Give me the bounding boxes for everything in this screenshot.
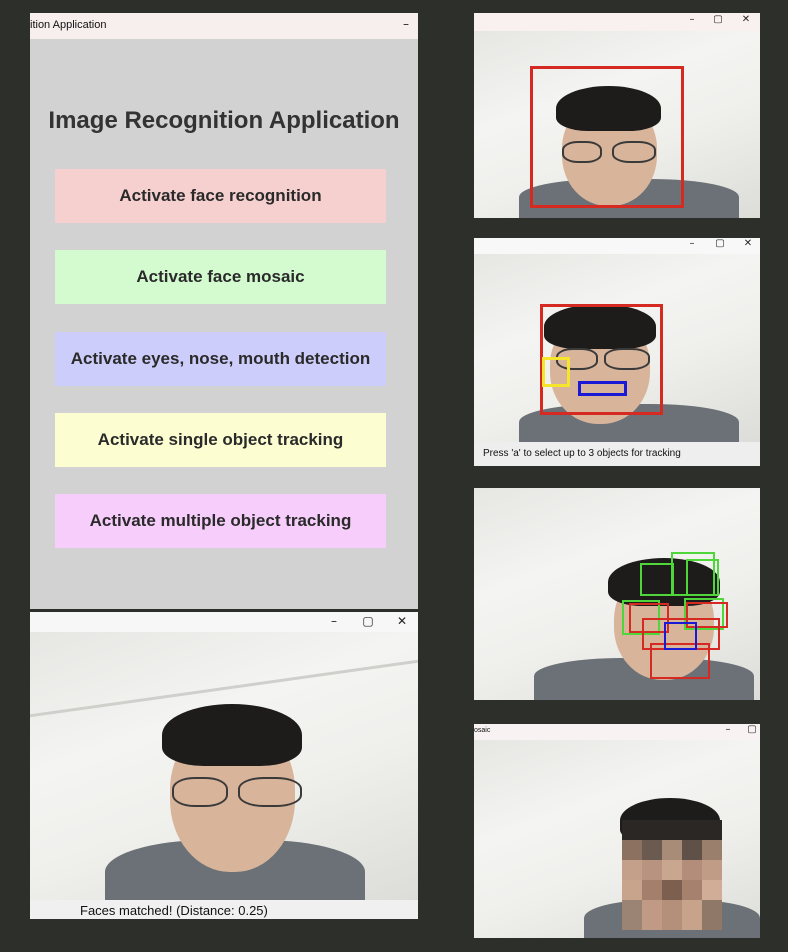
mosaic-block (702, 880, 722, 900)
track-box-green (640, 563, 674, 596)
mosaic-block (622, 900, 642, 930)
mosaic-block (702, 860, 722, 880)
app-window: ition Application – Image Recognition Ap… (30, 13, 418, 609)
tracking-window (474, 488, 760, 700)
mosaic-block (662, 840, 682, 860)
mouth-box (578, 381, 627, 396)
track-box-blue (664, 622, 697, 650)
app-titlebar[interactable]: ition Application – (30, 13, 418, 39)
mosaic-block (622, 840, 642, 860)
status-text: Faces matched! (Distance: 0.25) (80, 903, 268, 918)
mosaic-block (682, 860, 702, 880)
feature-window: – ▢ ✕ Press 'a' to select up to 3 object… (474, 238, 760, 466)
mosaic-block (702, 900, 722, 930)
mosaic-block (622, 880, 642, 900)
minimize-button[interactable]: – (720, 724, 736, 735)
face-recognition-button[interactable]: Activate face recognition (55, 169, 386, 223)
minimize-button[interactable]: – (326, 614, 342, 628)
minimize-button[interactable]: – (398, 17, 414, 31)
mosaic-pixelation (622, 820, 722, 930)
glasses-lens-right (238, 777, 302, 807)
close-button[interactable]: ✕ (740, 238, 756, 249)
mosaic-titlebar[interactable]: osaic – ▢ (474, 724, 760, 740)
mosaic-block (622, 820, 722, 840)
app-window-title: ition Application (30, 19, 107, 31)
multi-tracking-button[interactable]: Activate multiple object tracking (55, 494, 386, 548)
mosaic-block (702, 840, 722, 860)
maximize-button[interactable]: ▢ (710, 14, 726, 25)
mosaic-block (662, 880, 682, 900)
glasses-lens-left (172, 777, 228, 807)
feature-detection-button[interactable]: Activate eyes, nose, mouth detection (55, 332, 386, 386)
face-box (530, 66, 684, 208)
face-mosaic-button[interactable]: Activate face mosaic (55, 250, 386, 304)
mosaic-window-title: osaic (474, 727, 491, 734)
status-bar: Press 'a' to select up to 3 objects for … (474, 442, 760, 466)
status-bar: Faces matched! (Distance: 0.25) (30, 900, 418, 919)
mosaic-block (642, 880, 662, 900)
camera-feed (474, 488, 760, 700)
recognition-window: – ▢ ✕ Faces matched! (Distance: 0.25) (30, 612, 418, 919)
single-tracking-button[interactable]: Activate single object tracking (55, 413, 386, 467)
status-text: Press 'a' to select up to 3 objects for … (483, 448, 681, 459)
maximize-button[interactable]: ▢ (744, 724, 760, 735)
track-box-green (686, 559, 719, 596)
close-button[interactable]: ✕ (394, 614, 410, 628)
mosaic-block (662, 860, 682, 880)
detection-titlebar[interactable]: – ▢ ✕ (474, 13, 760, 31)
mosaic-block (642, 860, 662, 880)
mosaic-block (662, 900, 682, 930)
maximize-button[interactable]: ▢ (360, 614, 376, 628)
page-title: Image Recognition Application (48, 107, 400, 134)
close-button[interactable]: ✕ (738, 14, 754, 25)
detection-window: – ▢ ✕ (474, 13, 760, 218)
minimize-button[interactable]: – (684, 238, 700, 249)
minimize-button[interactable]: – (684, 14, 700, 25)
camera-feed (474, 740, 760, 938)
mosaic-block (622, 860, 642, 880)
mosaic-block (642, 840, 662, 860)
recognition-titlebar[interactable]: – ▢ ✕ (30, 612, 418, 632)
person-hair (162, 704, 302, 766)
camera-feed (30, 632, 418, 919)
maximize-button[interactable]: ▢ (712, 238, 728, 249)
camera-feed (474, 31, 760, 218)
mosaic-block (682, 880, 702, 900)
mosaic-block (682, 900, 702, 930)
eye-box (542, 357, 570, 387)
camera-feed (474, 254, 760, 449)
mosaic-window: osaic – ▢ (474, 724, 760, 938)
mosaic-block (642, 900, 662, 930)
feature-titlebar[interactable]: – ▢ ✕ (474, 238, 760, 254)
mosaic-block (682, 840, 702, 860)
